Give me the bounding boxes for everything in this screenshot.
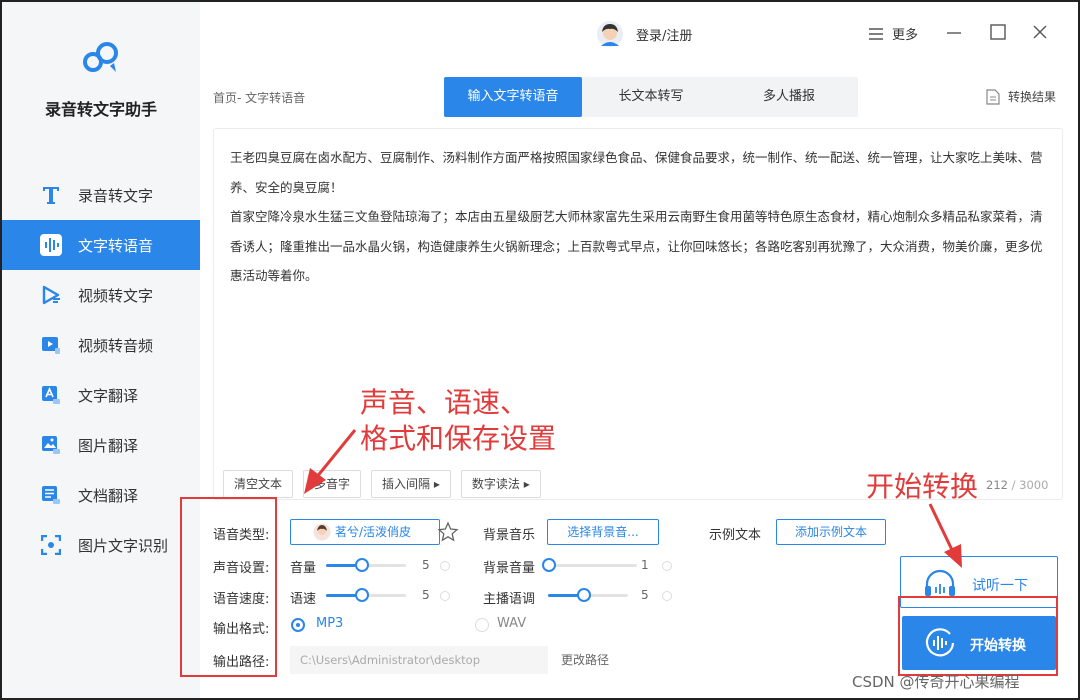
insert-pause-button[interactable]: 插入间隔 ▸ [371, 470, 451, 498]
sidebar-item-text-to-speech[interactable]: 文字转语音 [2, 220, 200, 270]
polyphone-button[interactable]: 多音字 [303, 470, 362, 498]
sidebar-item-video-to-audio[interactable]: 视频转音频 [2, 320, 200, 370]
sidebar-item-label: 图片文字识别 [78, 536, 169, 555]
volume-value: 5 [422, 558, 430, 572]
format-wav-radio[interactable] [475, 618, 489, 632]
editor-text[interactable]: 王老四臭豆腐在卤水配方、豆腐制作、汤料制作方面严格按照国家绿色食品、保健食品要求… [230, 143, 1050, 291]
pitch-slider[interactable] [548, 588, 628, 602]
text-translate-icon [40, 384, 62, 406]
more-label: 更多 [892, 28, 919, 43]
app-title: 录音转文字助手 [44, 100, 157, 119]
add-sample-text-button[interactable]: 添加示例文本 [776, 519, 886, 545]
sample-text-label: 示例文本 [709, 528, 762, 543]
editor-toolbar: 清空文本 多音字 插入间隔 ▸ 数字读法 ▸ [223, 470, 551, 498]
format-mp3-label: MP3 [316, 616, 344, 631]
text-editor[interactable]: 王老四臭豆腐在卤水配方、豆腐制作、汤料制作方面严格按照国家绿色食品、保健食品要求… [213, 128, 1063, 500]
start-annotation-text: 开始转换 [866, 470, 979, 503]
sidebar-item-video-to-text[interactable]: 视频转文字 [2, 270, 200, 320]
maximize-icon[interactable] [988, 22, 1008, 42]
volume-label: 音量 [290, 561, 317, 576]
speed-slider[interactable] [326, 588, 406, 602]
sidebar-nav: 录音转文字 文字转语音 视频转文字 视频转音频 文字翻译 图片翻译 文档翻译 图… [2, 170, 200, 570]
char-counter: 212 / 3000 [986, 478, 1048, 492]
sidebar-item-image-translate[interactable]: 图片翻译 [2, 420, 200, 470]
star-icon[interactable] [437, 521, 459, 543]
tab-multi-speaker[interactable]: 多人播报 [720, 77, 858, 117]
tab-input-text-to-speech[interactable]: 输入文字转语音 [444, 77, 582, 117]
pitch-value: 5 [641, 588, 649, 602]
clear-text-button[interactable]: 清空文本 [223, 470, 294, 498]
more-menu[interactable]: 更多 [868, 24, 918, 43]
text-t-icon [40, 184, 62, 206]
voice-name: 茗兮/活泼俏皮 [335, 525, 412, 539]
close-icon[interactable] [1030, 22, 1050, 42]
doc-translate-icon [40, 484, 62, 506]
sidebar-item-label: 文档翻译 [78, 486, 139, 505]
sidebar-item-label: 图片翻译 [78, 436, 139, 455]
video-text-icon [40, 284, 62, 306]
sidebar-item-label: 录音转文字 [78, 186, 154, 205]
sidebar-item-label: 文字转语音 [78, 236, 154, 255]
minimize-icon[interactable] [944, 22, 964, 42]
login-register-label: 登录/注册 [636, 28, 693, 44]
voice-select-button[interactable]: 茗兮/活泼俏皮 [290, 519, 440, 545]
number-reading-button[interactable]: 数字读法 ▸ [460, 470, 541, 498]
change-path-link[interactable]: 更改路径 [561, 651, 609, 668]
voice-avatar-icon [313, 523, 331, 541]
speed-indicator [440, 591, 450, 601]
bg-volume-value: 1 [641, 558, 649, 572]
tab-long-text[interactable]: 长文本转写 [582, 77, 720, 117]
slider-track [542, 564, 637, 567]
menu-lines-icon [869, 27, 883, 40]
start-annotation-box [898, 596, 1058, 676]
format-wav-label: WAV [497, 616, 527, 631]
video-audio-icon [40, 334, 62, 356]
avatar [597, 21, 623, 47]
breadcrumb: 首页- 文字转语音 [213, 91, 306, 105]
volume-indicator [440, 561, 450, 571]
bg-music-select-button[interactable]: 选择背景音... [547, 519, 659, 545]
sidebar-item-label: 文字翻译 [78, 386, 139, 405]
bg-volume-label: 背景音量 [483, 561, 536, 576]
ocr-scan-icon [40, 534, 62, 556]
speed-label: 语速 [290, 592, 317, 607]
sidebar-item-label: 视频转音频 [78, 336, 154, 355]
char-count: 212 [986, 478, 1008, 492]
conversion-result-link[interactable]: 转换结果 [986, 88, 1056, 105]
pitch-indicator [662, 591, 672, 601]
sidebar: 录音转文字助手 录音转文字 文字转语音 视频转文字 视频转音频 文字翻译 图片翻… [2, 2, 200, 698]
output-path-field[interactable] [290, 646, 548, 674]
sidebar-item-text-translate[interactable]: 文字翻译 [2, 370, 200, 420]
settings-annotation-box [180, 497, 277, 677]
pitch-label: 主播语调 [483, 592, 536, 607]
document-icon [986, 88, 1000, 105]
image-translate-icon [40, 434, 62, 456]
sidebar-item-audio-to-text[interactable]: 录音转文字 [2, 170, 200, 220]
bg-music-label: 背景音乐 [483, 528, 536, 543]
app-logo-icon [83, 42, 118, 72]
bg-volume-indicator [662, 561, 672, 571]
soundwave-icon [40, 234, 62, 256]
preview-listen-label: 试听一下 [972, 578, 1028, 594]
char-max: / 3000 [1011, 478, 1049, 492]
speed-value: 5 [422, 588, 430, 602]
slider-knob[interactable] [577, 588, 591, 602]
volume-slider[interactable] [326, 558, 406, 572]
sidebar-item-label: 视频转文字 [78, 286, 154, 305]
slider-knob[interactable] [542, 558, 556, 572]
format-mp3-radio[interactable] [291, 618, 305, 632]
conversion-result-label: 转换结果 [1008, 90, 1057, 104]
watermark: CSDN @传奇开心果编程 [852, 673, 1020, 691]
sidebar-item-doc-translate[interactable]: 文档翻译 [2, 470, 200, 520]
login-register[interactable]: 登录/注册 [596, 20, 692, 48]
sidebar-item-ocr[interactable]: 图片文字识别 [2, 520, 200, 570]
slider-knob[interactable] [355, 588, 369, 602]
headphones-icon [925, 569, 955, 596]
settings-annotation-line2: 格式和保存设置 [360, 422, 557, 455]
bg-volume-slider[interactable] [542, 558, 637, 572]
settings-annotation-line1: 声音、语速、 [360, 386, 529, 419]
slider-knob[interactable] [355, 558, 369, 572]
mode-tabs: 输入文字转语音 长文本转写 多人播报 [444, 77, 858, 117]
